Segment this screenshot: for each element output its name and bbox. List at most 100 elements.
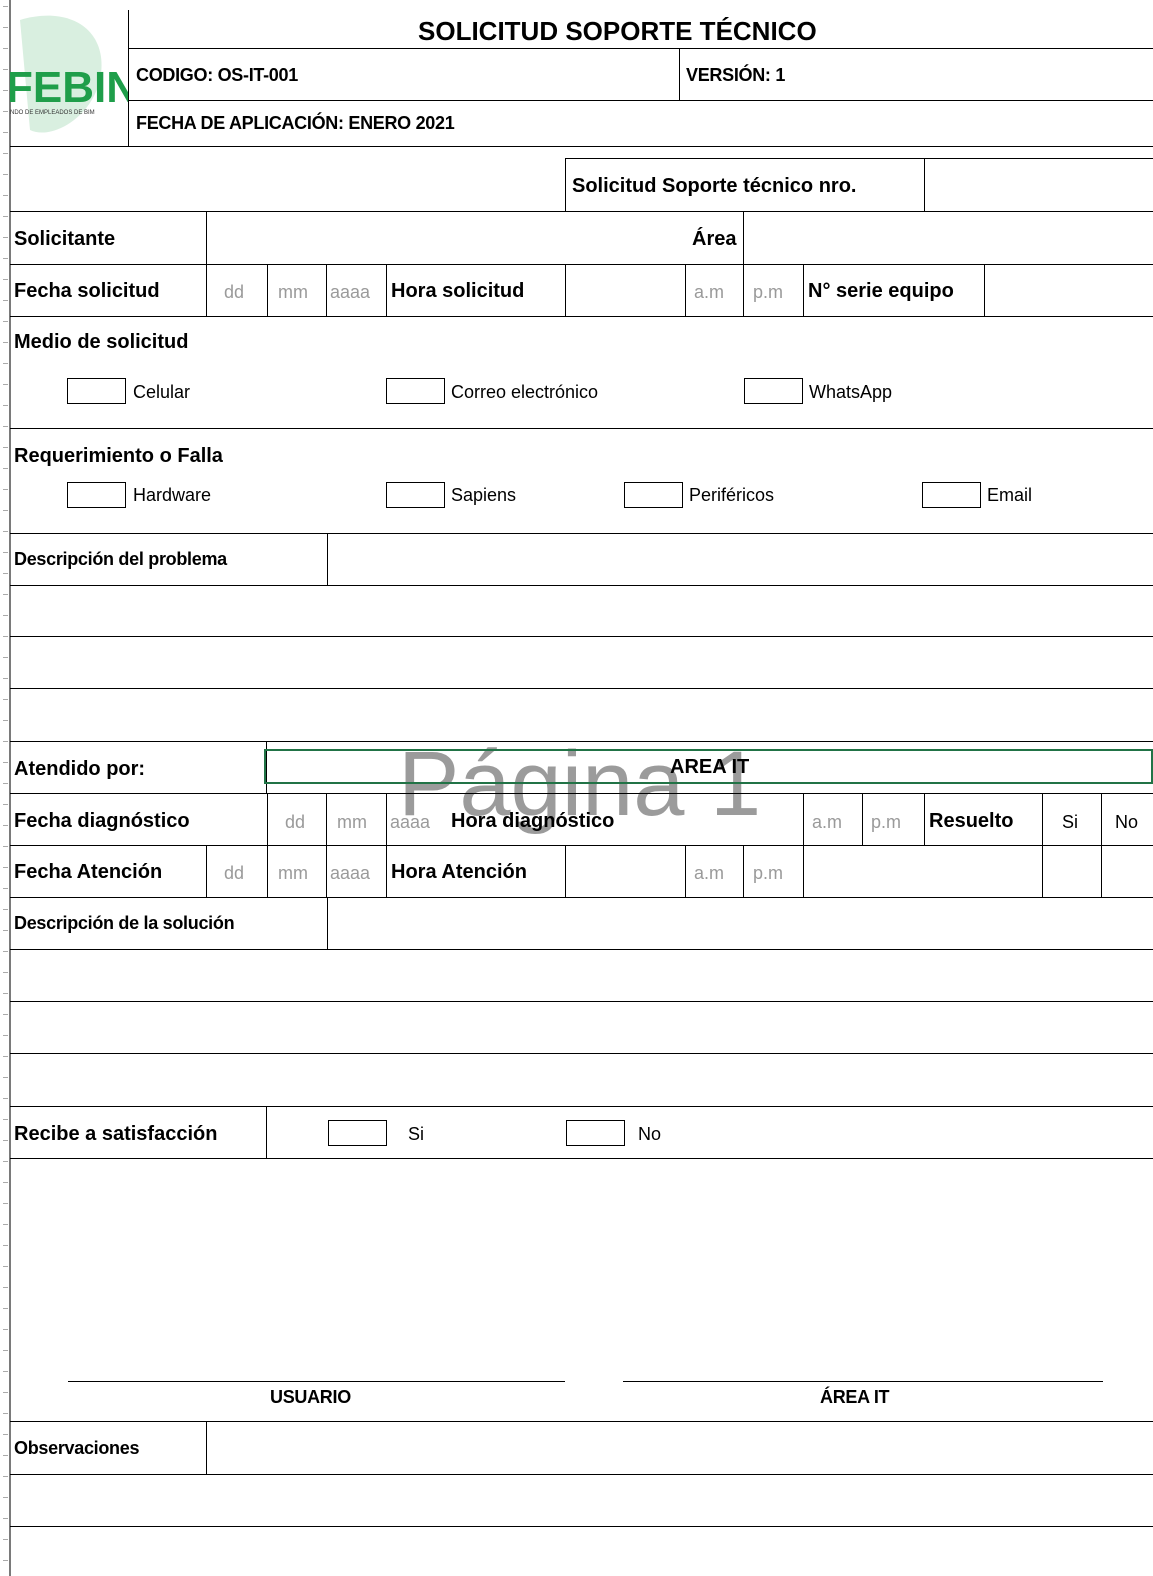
- checkbox-whatsapp[interactable]: [744, 378, 803, 404]
- checkbox-email[interactable]: [922, 482, 981, 508]
- request-number-label: Solicitud Soporte técnico nro.: [572, 175, 857, 197]
- option-correo: Correo electrónico: [451, 382, 599, 402]
- ruler-tick: [3, 657, 8, 658]
- hora-diagnostico-am[interactable]: a.m: [812, 813, 842, 831]
- satisfaccion-no: No: [638, 1124, 662, 1144]
- fecha-diagnostico-aaaa[interactable]: aaaa: [390, 813, 430, 831]
- fecha-atencion-dd[interactable]: dd: [224, 864, 244, 882]
- fecha-atencion-aaaa[interactable]: aaaa: [330, 864, 370, 882]
- ruler-tick: [3, 1329, 8, 1330]
- observaciones-line-2[interactable]: [10, 1475, 1153, 1525]
- fecha-solicitud-aaaa[interactable]: aaaa: [330, 283, 370, 301]
- ruler-tick: [3, 804, 8, 805]
- descripcion-solucion-label: Descripción de la solución: [14, 913, 235, 933]
- checkbox-sapiens[interactable]: [386, 482, 445, 508]
- ruler-tick: [3, 1119, 8, 1120]
- fecha-atencion-label: Fecha Atención: [14, 861, 163, 883]
- ruler-tick: [3, 573, 8, 574]
- descripcion-solucion-line-2[interactable]: [10, 950, 1153, 1001]
- ruler-tick: [3, 132, 8, 133]
- option-celular: Celular: [133, 382, 191, 402]
- ruler-tick: [3, 405, 8, 406]
- descripcion-problema-line-2[interactable]: [10, 586, 1153, 636]
- ruler-tick: [3, 69, 8, 70]
- hora-solicitud-pm[interactable]: p.m: [753, 283, 783, 301]
- hora-atencion-pm[interactable]: p.m: [753, 864, 783, 882]
- observaciones-field[interactable]: [207, 1422, 1152, 1473]
- ruler-tick: [3, 531, 8, 532]
- ruler-tick: [3, 111, 8, 112]
- area-label: Área: [692, 228, 737, 250]
- ruler-tick: [3, 1014, 8, 1015]
- checkbox-correo[interactable]: [386, 378, 445, 404]
- ruler-tick: [3, 447, 8, 448]
- selected-cell-atendido[interactable]: AREA IT: [264, 749, 1153, 784]
- ruler-tick: [3, 48, 8, 49]
- medio-solicitud-title: Medio de solicitud: [14, 331, 189, 353]
- form-date: FECHA DE APLICACIÓN: ENERO 2021: [136, 113, 455, 133]
- fecha-atencion-mm[interactable]: mm: [278, 864, 308, 882]
- serie-equipo-field[interactable]: [985, 265, 1152, 315]
- vertical-ruler: [0, 0, 11, 1576]
- ruler-tick: [3, 1560, 8, 1561]
- hora-solicitud-am[interactable]: a.m: [694, 283, 724, 301]
- ruler-tick: [3, 1434, 8, 1435]
- hora-diagnostico-label: Hora diagnóstico: [451, 810, 615, 832]
- ruler-tick: [3, 426, 8, 427]
- solicitante-label: Solicitante: [14, 228, 116, 250]
- ruler-tick: [3, 1497, 8, 1498]
- option-hardware: Hardware: [133, 485, 212, 505]
- hora-solicitud-field[interactable]: [566, 265, 684, 315]
- option-email: Email: [987, 485, 1033, 505]
- fecha-solicitud-dd[interactable]: dd: [224, 283, 244, 301]
- observaciones-label: Observaciones: [14, 1438, 140, 1458]
- area-field[interactable]: [744, 212, 1152, 263]
- logo-subtext: NDO DE EMPLEADOS DE BIM: [10, 110, 95, 116]
- checkbox-hardware[interactable]: [67, 482, 126, 508]
- checkbox-perifericos[interactable]: [624, 482, 683, 508]
- ruler-tick: [3, 1182, 8, 1183]
- ruler-tick: [3, 90, 8, 91]
- ruler-tick: [3, 615, 8, 616]
- fecha-diagnostico-mm[interactable]: mm: [337, 813, 367, 831]
- checkbox-celular[interactable]: [67, 378, 126, 404]
- ruler-tick: [3, 909, 8, 910]
- ruler-tick: [3, 510, 8, 511]
- ruler-tick: [3, 972, 8, 973]
- descripcion-solucion-field[interactable]: [328, 898, 1152, 948]
- resuelto-si[interactable]: Si: [1062, 813, 1078, 831]
- ruler-tick: [3, 6, 8, 7]
- checkbox-satisfaccion-si[interactable]: [328, 1120, 387, 1146]
- descripcion-problema-line-3[interactable]: [10, 637, 1153, 688]
- ruler-tick: [3, 1539, 8, 1540]
- resuelto-no[interactable]: No: [1115, 813, 1138, 831]
- ruler-tick: [3, 321, 8, 322]
- solicitante-field[interactable]: [207, 212, 677, 263]
- descripcion-solucion-line-4[interactable]: [10, 1054, 1153, 1105]
- ruler-tick: [3, 216, 8, 217]
- ruler-tick: [3, 363, 8, 364]
- request-number-cell[interactable]: [926, 160, 1152, 210]
- hora-atencion-label: Hora Atención: [391, 861, 527, 883]
- resuelto-label: Resuelto: [929, 810, 1014, 832]
- fecha-solicitud-mm[interactable]: mm: [278, 283, 308, 301]
- descripcion-solucion-line-3[interactable]: [10, 1002, 1153, 1053]
- hora-atencion-am[interactable]: a.m: [694, 864, 724, 882]
- ruler-tick: [3, 636, 8, 637]
- fecha-diagnostico-dd[interactable]: dd: [285, 813, 305, 831]
- ruler-tick: [3, 1035, 8, 1036]
- checkbox-satisfaccion-no[interactable]: [566, 1120, 625, 1146]
- hora-atencion-field[interactable]: [566, 846, 684, 896]
- satisfaccion-si: Si: [408, 1124, 425, 1144]
- ruler-tick: [3, 1203, 8, 1204]
- ruler-tick: [3, 1161, 8, 1162]
- company-logo: FEBIN NDO DE EMPLEADOS DE BIM: [10, 10, 128, 145]
- option-perifericos: Periféricos: [689, 485, 775, 505]
- ruler-tick: [3, 1245, 8, 1246]
- ruler-tick: [3, 1392, 8, 1393]
- serie-equipo-label: N° serie equipo: [808, 280, 954, 302]
- ruler-tick: [3, 762, 8, 763]
- ruler-tick: [3, 1518, 8, 1519]
- hora-diagnostico-pm[interactable]: p.m: [871, 813, 901, 831]
- descripcion-problema-field[interactable]: [328, 534, 1152, 584]
